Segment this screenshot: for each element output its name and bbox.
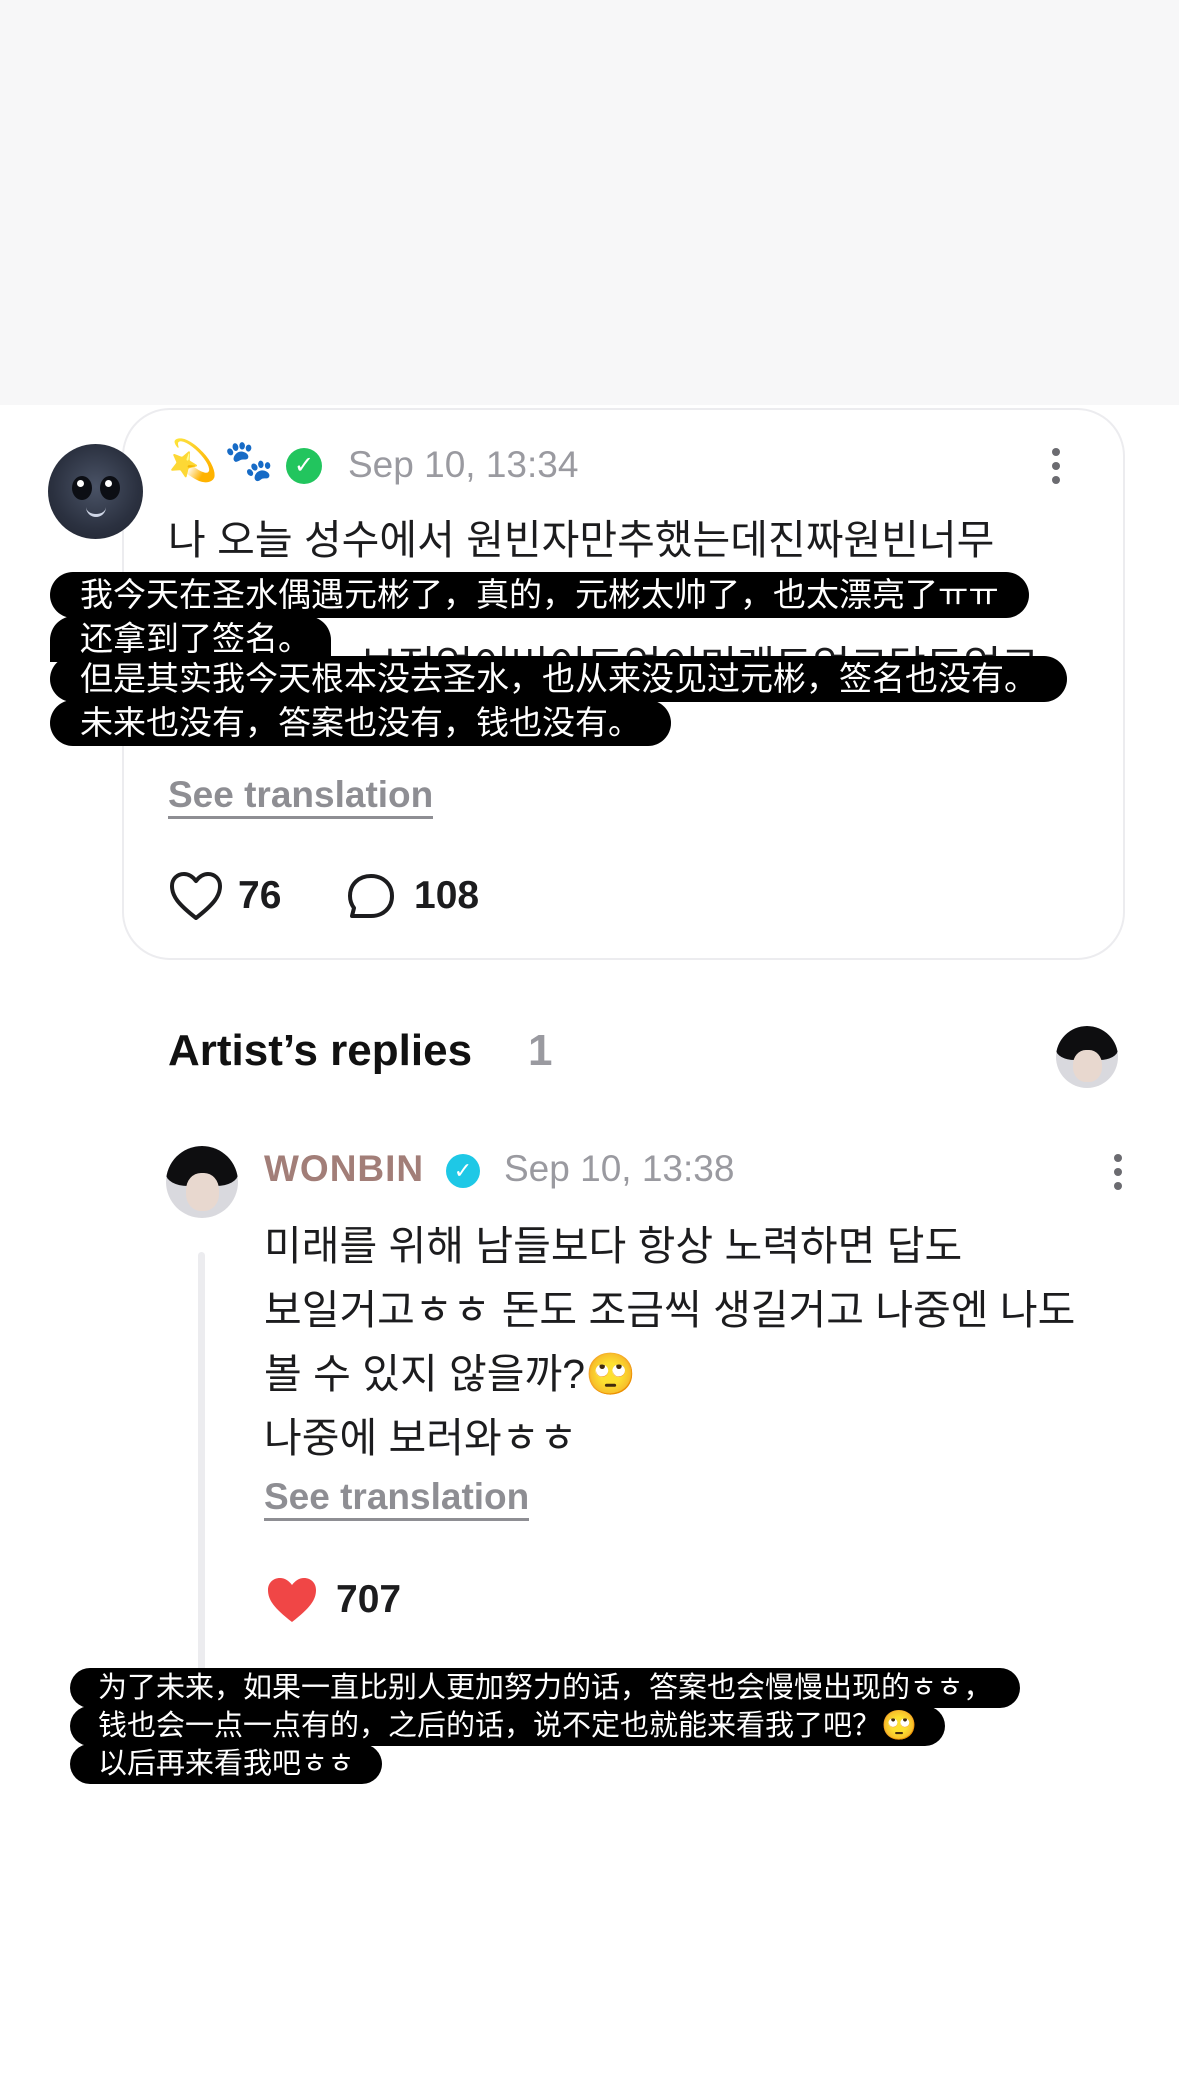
verified-artist-icon: ✓	[446, 1154, 480, 1188]
artist-name[interactable]: WONBIN	[264, 1148, 424, 1190]
comment-bubble-icon[interactable]	[346, 872, 396, 922]
avatar-face	[186, 1173, 220, 1211]
reply-thread-line	[198, 1252, 205, 1672]
avatar-face	[1073, 1049, 1102, 1082]
artist-replies-count: 1	[528, 1026, 553, 1075]
like-count: 76	[238, 874, 282, 917]
translation-overlay-line: 为了未来，如果一直比别人更加努力的话，答案也会慢慢出现的ㅎㅎ，	[70, 1668, 1021, 1708]
artist-replies-title: Artist’s replies	[168, 1026, 473, 1075]
reply-like-count: 707	[336, 1578, 402, 1621]
cat-mouth	[86, 504, 106, 517]
comment-count: 108	[414, 874, 480, 917]
translation-overlay-line: 但是其实我今天根本没去圣水，也从来没见过元彬，签名也没有。	[50, 656, 1067, 702]
see-translation-link[interactable]: See translation	[264, 1476, 530, 1521]
artist-avatar[interactable]	[166, 1146, 238, 1218]
cat-eye-right	[100, 476, 120, 500]
sparkle-emoji: 💫	[168, 439, 218, 483]
verified-badge-icon: ✓	[286, 448, 322, 484]
cat-avatar-icon	[72, 476, 92, 500]
liked-heart-icon[interactable]	[264, 1574, 320, 1626]
top-blank-area	[0, 0, 1179, 405]
translation-overlay-line: 以后再来看我吧ㅎㅎ	[70, 1744, 383, 1784]
reply-text-line: 미래를 위해 남들보다 항상 노력하면 답도	[264, 1223, 963, 1269]
paw-emoji: 🐾	[224, 439, 274, 483]
reply-text-line: 볼 수 있지 않을까?🙄	[264, 1351, 637, 1397]
reply-timestamp: Sep 10, 13:38	[504, 1148, 735, 1189]
like-heart-icon[interactable]	[168, 870, 224, 922]
see-translation-link[interactable]: See translation	[168, 774, 434, 819]
fan-avatar[interactable]	[48, 444, 143, 539]
translation-overlay-line: 我今天在圣水偶遇元彬了，真的，元彬太帅了，也太漂亮了ㅠㅠ	[50, 572, 1029, 618]
reply-text-line: 나중에 보러와ㅎㅎ	[264, 1415, 578, 1461]
reply-text-line: 보일거고ㅎㅎ 돈도 조금씩 생길거고 나중엔 나도	[264, 1287, 1076, 1333]
post-timestamp: Sep 10, 13:34	[348, 444, 579, 485]
more-options-icon[interactable]	[1052, 448, 1060, 490]
translation-overlay-line: 钱也会一点一点有的，之后的话，说不定也就能来看我了吧？🙄	[70, 1706, 946, 1746]
post-text-line-1: 나 오늘 성수에서 원빈자만추했는데진짜원빈너무	[168, 517, 995, 563]
more-options-icon[interactable]	[1114, 1154, 1122, 1196]
translation-overlay-line: 未来也没有，答案也没有，钱也没有。	[50, 700, 671, 746]
artist-avatar-small[interactable]	[1056, 1026, 1118, 1088]
